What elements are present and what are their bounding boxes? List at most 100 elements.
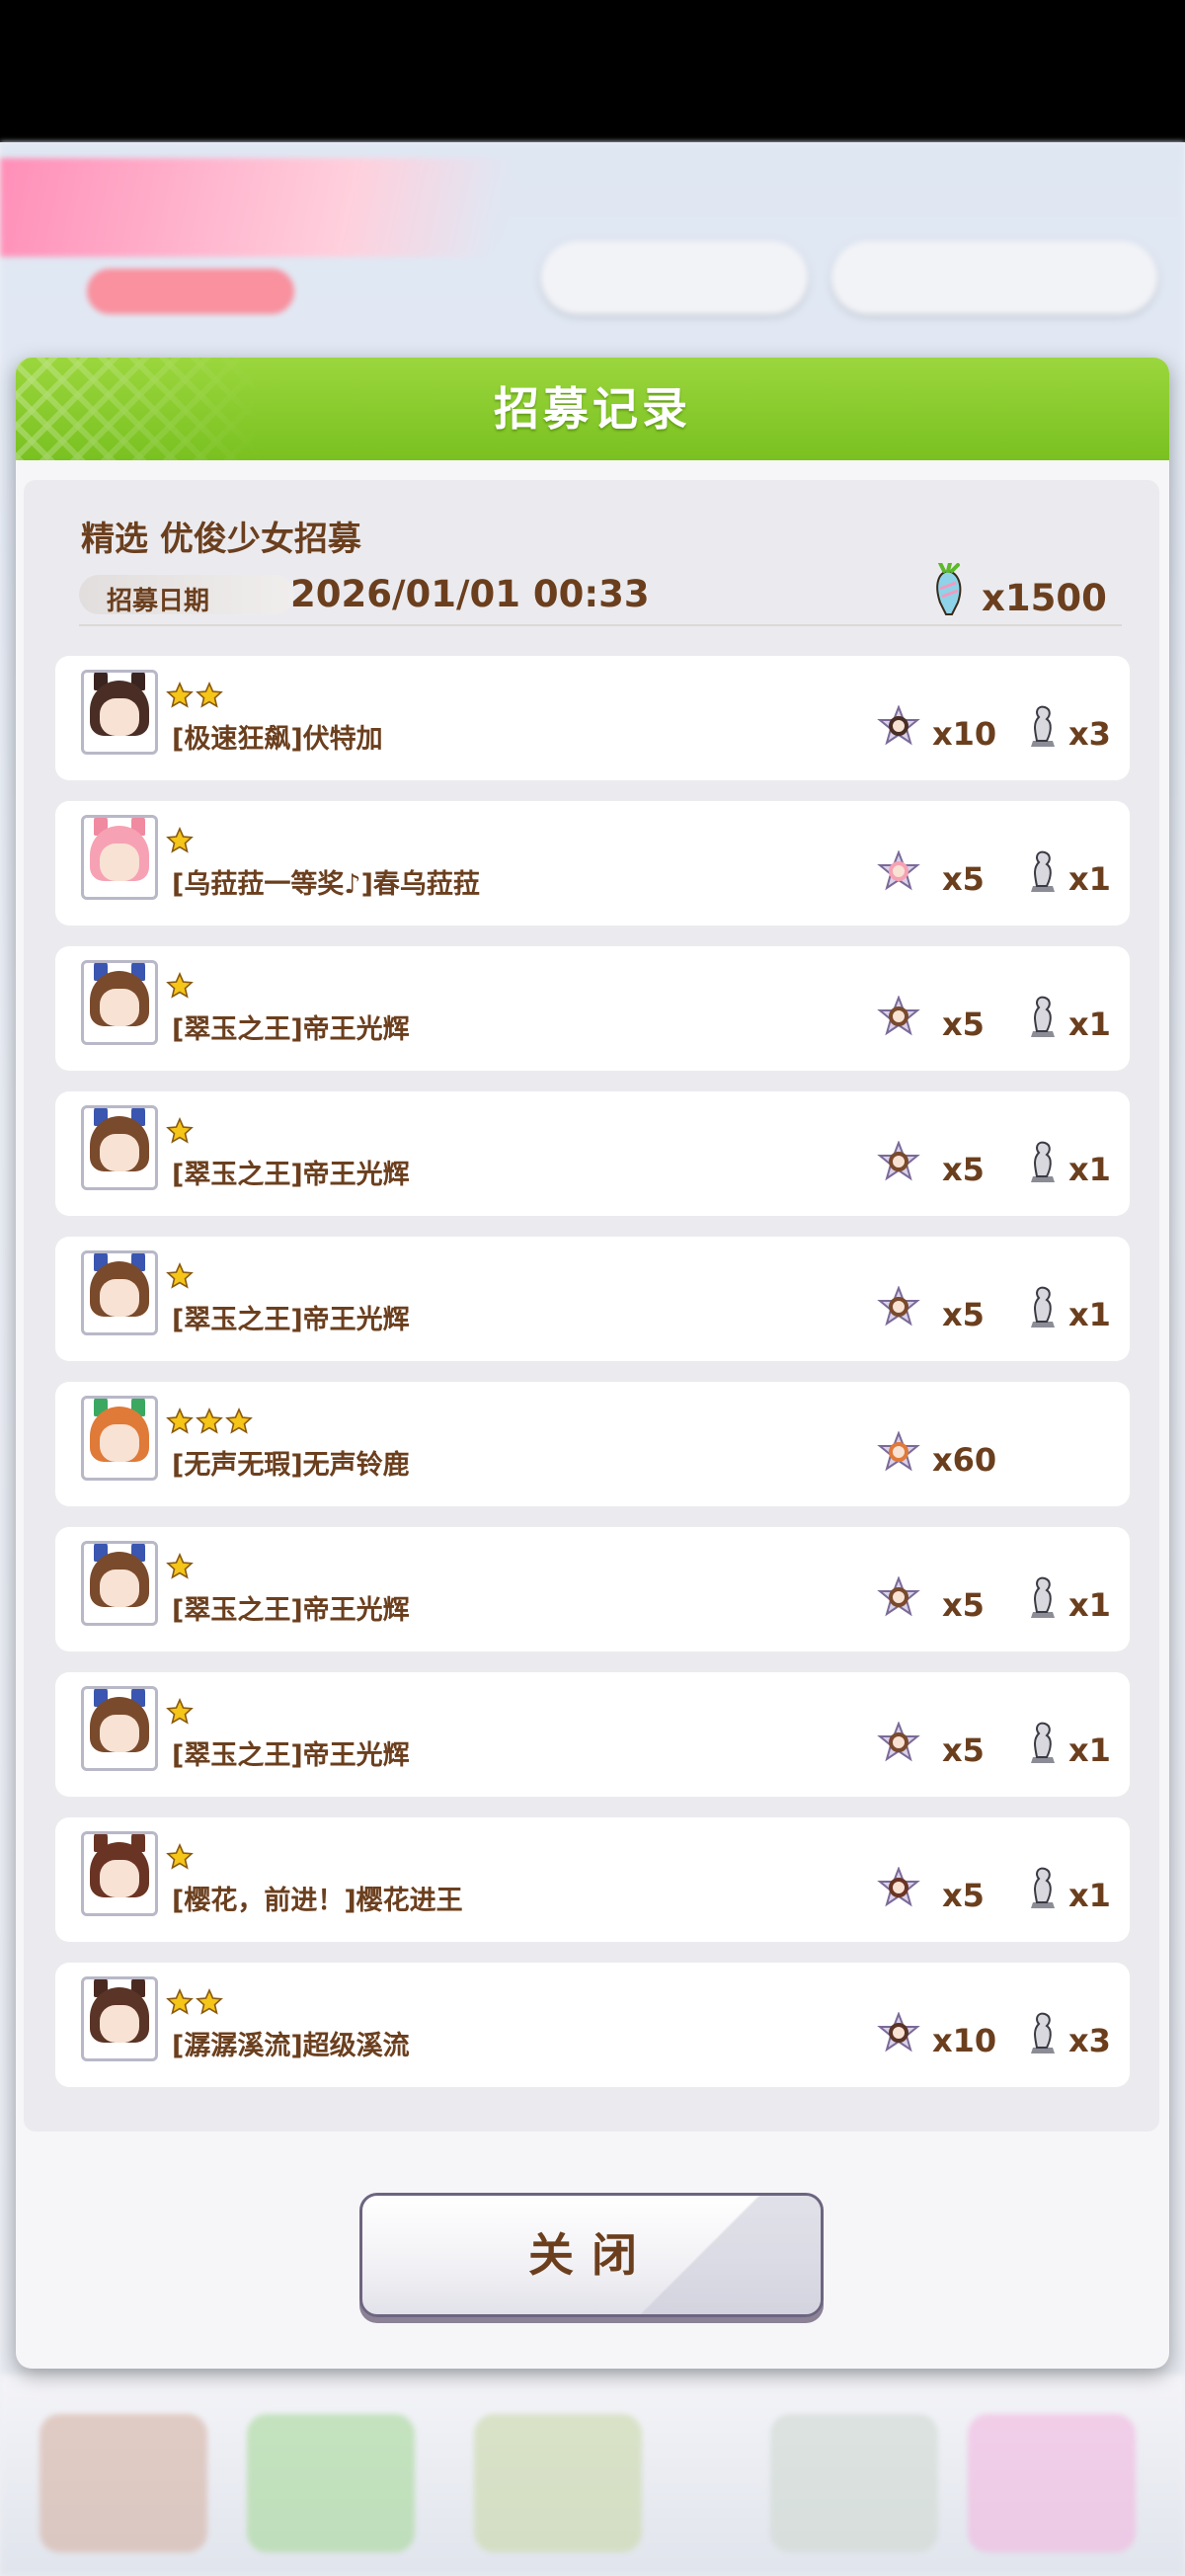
trophy-count: x3 [1068,715,1111,753]
status-bar [0,0,1185,142]
record-row: [极速狂飙]伏特加 x10 x3 [55,656,1130,780]
background-badge [87,269,294,314]
character-name: [潺潺溪流]超级溪流 [172,2031,410,2061]
star-icon [166,1988,194,2016]
star-icon [225,1408,253,1435]
star-icon [166,1553,194,1580]
piece-count: x5 [942,1296,985,1333]
trophy-count: x1 [1068,1877,1111,1914]
character-portrait [81,1541,158,1626]
trophy-statue-icon [1025,1720,1061,1765]
trophy-count: x1 [1068,1151,1111,1188]
record-row: [潺潺溪流]超级溪流 x10 x3 [55,1963,1130,2087]
star-icon [166,1843,194,1871]
date-value: 2026/01/01 00:33 [290,573,650,615]
character-portrait [81,960,158,1045]
character-name: [乌菈菈一等奖♪]春乌菈菈 [172,869,480,900]
trophy-statue-icon [1025,1574,1061,1620]
character-piece-icon [877,1866,920,1910]
rarity-stars [166,1553,196,1580]
piece-count: x5 [942,1586,985,1624]
dock-item [40,2414,207,2552]
rarity-stars [166,1117,196,1145]
piece-count: x5 [942,1151,985,1188]
piece-count: x5 [942,1006,985,1043]
date-label: 招募日期 [107,587,210,616]
trophy-count: x1 [1068,1586,1111,1624]
star-icon [166,1117,194,1145]
character-piece-icon [877,995,920,1039]
background-button [541,241,808,314]
trophy-statue-icon [1025,1865,1061,1910]
trophy-statue-icon [1025,1139,1061,1184]
character-piece-icon [877,1430,920,1475]
record-row: [乌菈菈一等奖♪]春乌菈菈 x5 x1 [55,801,1130,926]
star-icon [166,1698,194,1726]
rarity-stars [166,1698,196,1726]
star-icon [166,827,194,854]
rarity-stars [166,972,196,1000]
character-piece-icon [877,704,920,749]
rarity-stars [166,1843,196,1871]
character-portrait [81,670,158,755]
trophy-statue-icon [1025,2010,1061,2055]
star-icon [166,1262,194,1290]
piece-count: x10 [932,2022,997,2059]
banner-name: 精选 优俊少女招募 [81,520,361,559]
character-portrait [81,1250,158,1335]
dock-item [474,2414,642,2552]
character-piece-icon [877,1575,920,1620]
character-portrait [81,815,158,900]
background-button [831,241,1157,314]
divider [79,624,1122,626]
trophy-count: x1 [1068,1296,1111,1333]
character-name: [无声无瑕]无声铃鹿 [172,1450,410,1481]
rarity-stars [166,682,225,709]
dock-item [968,2414,1136,2552]
trophy-statue-icon [1025,994,1061,1039]
background-dock [0,2375,1185,2576]
character-name: [翠玉之王]帝王光辉 [172,1740,410,1771]
character-piece-icon [877,2011,920,2055]
character-portrait [81,1831,158,1916]
dialog-title: 招募记录 [494,382,691,436]
character-piece-icon [877,1721,920,1765]
character-name: [樱花，前进！]樱花进王 [172,1886,463,1916]
rarity-stars [166,1262,196,1290]
character-portrait [81,1686,158,1771]
piece-count: x10 [932,715,997,753]
star-icon [166,1408,194,1435]
character-piece-icon [877,1285,920,1329]
record-row: [翠玉之王]帝王光辉 x5 x1 [55,1672,1130,1797]
character-portrait [81,1396,158,1481]
trophy-statue-icon [1025,1284,1061,1329]
piece-count: x5 [942,860,985,898]
piece-count: x60 [932,1441,997,1479]
record-row: [翠玉之王]帝王光辉 x5 x1 [55,946,1130,1071]
record-row: [樱花，前进！]樱花进王 x5 x1 [55,1817,1130,1942]
piece-count: x5 [942,1731,985,1769]
character-piece-icon [877,849,920,894]
dock-item [770,2414,938,2552]
trophy-statue-icon [1025,703,1061,749]
record-row: [翠玉之王]帝王光辉 x5 x1 [55,1237,1130,1361]
close-button-label: 关闭 [528,2228,655,2282]
background-banner [0,158,514,257]
character-name: [翠玉之王]帝王光辉 [172,1595,410,1626]
piece-count: x5 [942,1877,985,1914]
trophy-count: x1 [1068,1006,1111,1043]
close-button[interactable]: 关闭 [359,2193,824,2317]
rarity-stars [166,1408,255,1435]
trophy-statue-icon [1025,848,1061,894]
carrot-gem-icon [936,563,962,615]
gacha-history-dialog: 招募记录 精选 优俊少女招募 招募日期 2026/01/01 00:33 x15… [16,358,1169,2369]
cost-value: x1500 [982,577,1107,619]
character-name: [翠玉之王]帝王光辉 [172,1014,410,1045]
record-row: [翠玉之王]帝王光辉 x5 x1 [55,1091,1130,1216]
character-name: [翠玉之王]帝王光辉 [172,1160,410,1190]
record-row: [无声无瑕]无声铃鹿 x60 [55,1382,1130,1506]
star-icon [196,682,223,709]
star-icon [196,1408,223,1435]
character-portrait [81,1105,158,1190]
character-piece-icon [877,1140,920,1184]
